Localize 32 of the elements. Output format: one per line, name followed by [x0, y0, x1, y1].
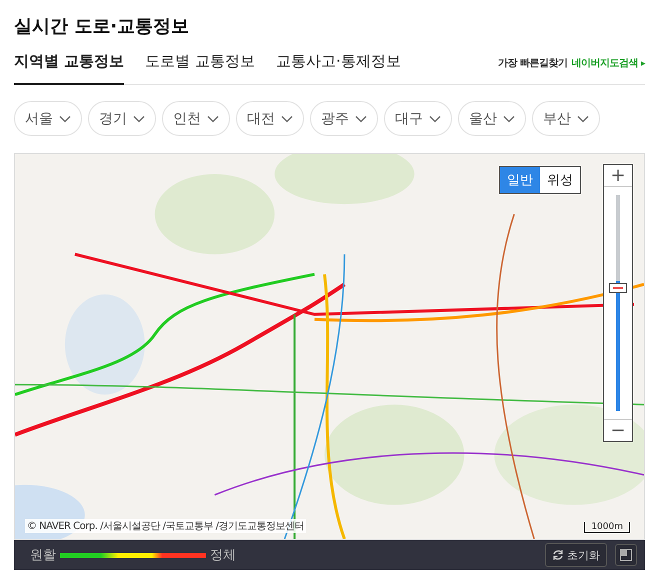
- tab[interactable]: 교통사고·통제정보: [276, 52, 401, 85]
- chevron-icon: [429, 114, 441, 122]
- chevron-icon: [133, 114, 145, 122]
- region-dropdown[interactable]: 대구: [384, 101, 452, 136]
- window-icon: [620, 549, 632, 561]
- reset-button[interactable]: 초기화: [545, 543, 607, 567]
- refresh-icon: [552, 549, 564, 561]
- chevron-icon: [59, 114, 71, 122]
- legend-label: 원활: [30, 547, 56, 564]
- chevron-icon: [577, 114, 589, 122]
- chevron-icon: [207, 114, 219, 122]
- chevron-icon: [281, 114, 293, 122]
- tab[interactable]: 지역별 교통정보: [14, 52, 124, 85]
- region-dropdown[interactable]: 경기: [88, 101, 156, 136]
- tab[interactable]: 도로별 교통정보: [145, 52, 256, 85]
- legend-label: 정체: [210, 547, 236, 564]
- chevron-icon: [503, 114, 515, 122]
- chevron-icon: [355, 114, 367, 122]
- region-dropdown[interactable]: 광주: [310, 101, 378, 136]
- scale-bar: 1000m: [584, 522, 630, 533]
- region-dropdown[interactable]: 서울: [14, 101, 82, 136]
- region-dropdown[interactable]: 대전: [236, 101, 304, 136]
- copyright-text: © NAVER Corp. /서울시설공단 /국토교통부 /경기도교통정보센터: [25, 519, 306, 533]
- layout-toggle-button[interactable]: [615, 544, 637, 566]
- route-caption: 가장 빠른길찾기: [498, 57, 568, 70]
- region-dropdown[interactable]: 울산: [458, 101, 526, 136]
- zoom-handle[interactable]: [609, 283, 627, 294]
- map-type-toggle[interactable]: 일반: [500, 167, 540, 193]
- region-dropdown[interactable]: 인천: [162, 101, 230, 136]
- region-dropdown[interactable]: 부산: [532, 101, 600, 136]
- map-type-toggle[interactable]: 위성: [540, 167, 580, 193]
- page-title: 실시간 도로·교통정보: [14, 15, 190, 39]
